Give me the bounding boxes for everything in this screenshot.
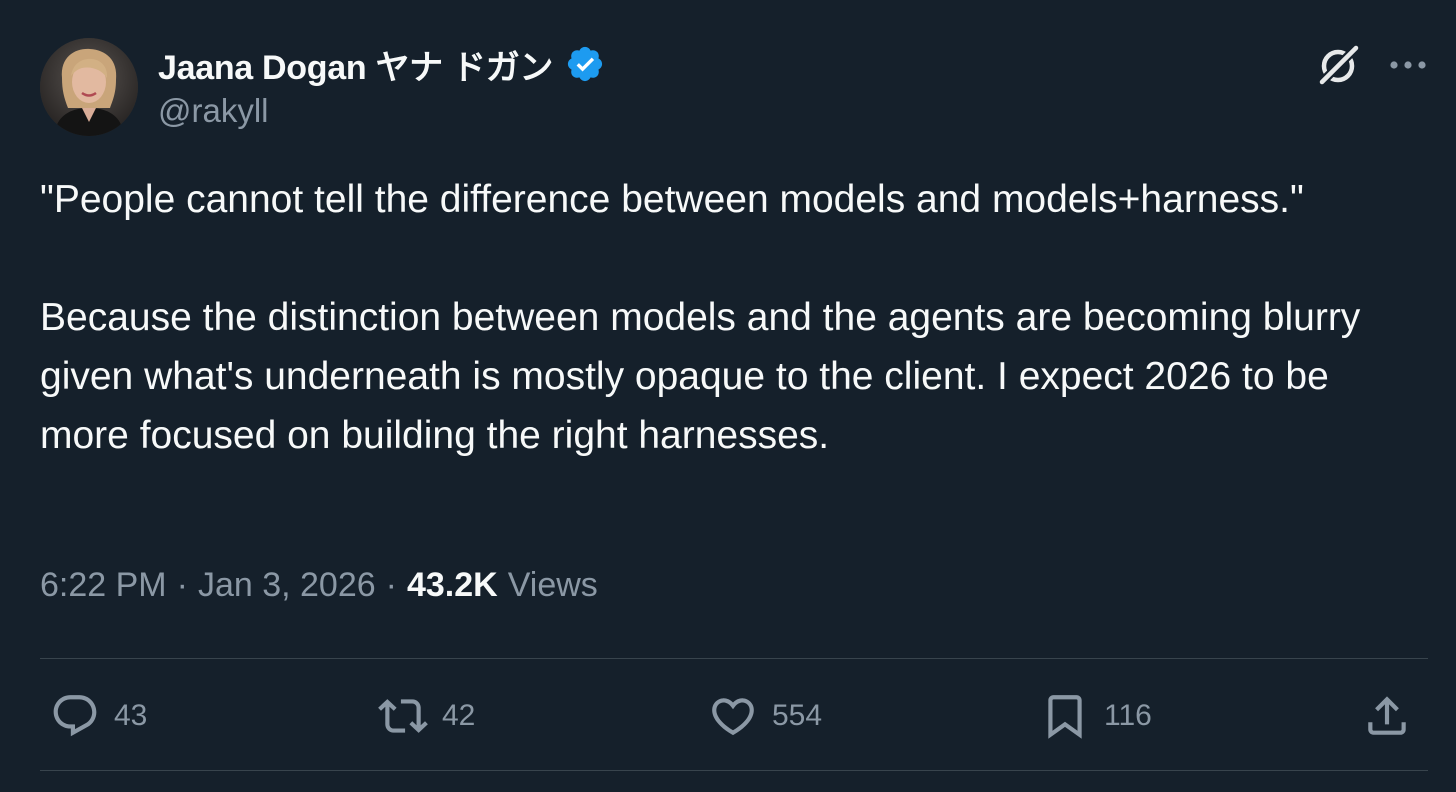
like-button[interactable]: 554 (708, 680, 822, 752)
meta-separator: · (385, 566, 397, 604)
avatar-photo (40, 38, 138, 136)
retweet-count: 42 (442, 699, 476, 732)
divider (40, 770, 1428, 771)
tweet-time[interactable]: 6:22 PM (40, 566, 167, 605)
more-icon (1390, 61, 1426, 69)
author-handle[interactable]: @rakyll (158, 92, 269, 130)
bookmark-count: 116 (1104, 699, 1152, 732)
retweet-icon (378, 699, 428, 733)
verified-badge-icon[interactable] (565, 44, 605, 84)
retweet-button[interactable]: 42 (378, 680, 475, 752)
reply-icon (53, 695, 97, 737)
action-bar: 43 42 554 116 (0, 680, 1456, 752)
share-icon (1368, 696, 1406, 735)
divider (40, 658, 1428, 659)
tweet: Jaana Dogan ヤナ ドガン @rakyll "People canno… (0, 0, 1456, 792)
bookmark-icon (1048, 695, 1082, 739)
share-button[interactable] (1362, 680, 1412, 752)
views-count[interactable]: 43.2K (407, 566, 498, 605)
meta-separator: · (176, 566, 188, 604)
views-label: Views (507, 566, 598, 604)
reply-count: 43 (114, 699, 148, 732)
tweet-paragraph-2: Because the distinction between models a… (40, 296, 1361, 457)
tweet-date[interactable]: Jan 3, 2026 (198, 566, 376, 605)
like-count: 554 (772, 699, 823, 732)
grok-button[interactable] (1314, 40, 1364, 90)
tweet-text: "People cannot tell the difference betwe… (40, 170, 1420, 465)
avatar[interactable] (40, 38, 138, 136)
tweet-paragraph-1: "People cannot tell the difference betwe… (40, 178, 1304, 221)
author-display-name[interactable]: Jaana Dogan ヤナ ドガン (158, 40, 553, 89)
more-options-button[interactable] (1380, 40, 1436, 90)
grok-icon (1316, 42, 1362, 88)
reply-button[interactable]: 43 (50, 680, 147, 752)
author-name-row: Jaana Dogan ヤナ ドガン (158, 40, 605, 88)
heart-icon (712, 698, 754, 736)
tweet-meta: 6:22 PM · Jan 3, 2026 · 43.2K Views (40, 566, 598, 605)
bookmark-button[interactable]: 116 (1040, 680, 1152, 752)
